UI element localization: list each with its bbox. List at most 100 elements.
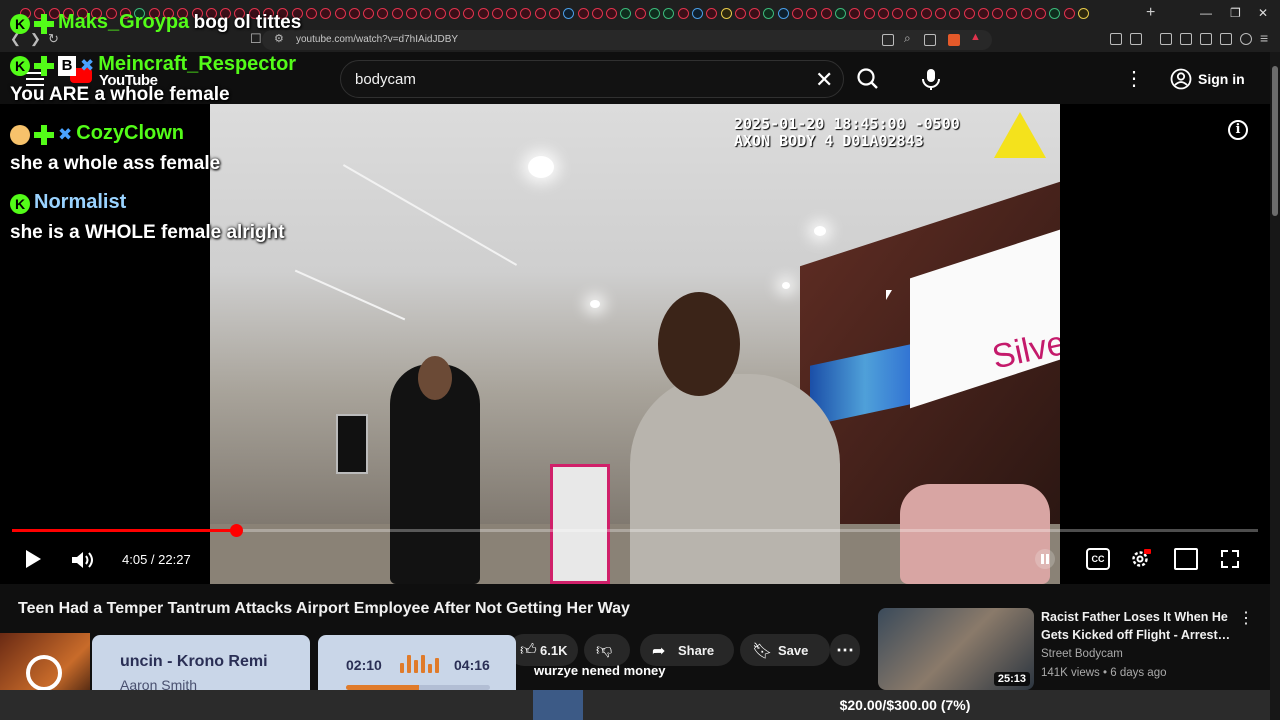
brave-shield-icon[interactable] <box>948 34 960 46</box>
recommended-menu-icon[interactable]: ⋮ <box>1238 608 1254 628</box>
zoom-icon[interactable]: ⌕ <box>904 31 911 46</box>
save-button[interactable]: 🔖︎ Save <box>740 634 830 666</box>
browser-tab[interactable] <box>777 8 789 19</box>
browser-tab[interactable] <box>534 8 546 19</box>
browser-tab[interactable] <box>506 8 518 19</box>
sidebar-icon[interactable] <box>1180 33 1192 45</box>
share-button[interactable]: ➦ Share <box>640 634 734 666</box>
browser-tab[interactable] <box>606 8 618 19</box>
cast-icon[interactable] <box>882 34 894 46</box>
browser-tab[interactable] <box>563 8 575 19</box>
browser-tab[interactable] <box>834 8 846 19</box>
autoplay-toggle-icon[interactable] <box>1035 549 1055 569</box>
recommended-channel[interactable]: Street Bodycam <box>1041 648 1123 660</box>
browser-tab[interactable] <box>1020 8 1032 19</box>
play-icon[interactable] <box>26 550 41 568</box>
browser-tab[interactable] <box>577 8 589 19</box>
browser-tab[interactable] <box>305 8 317 19</box>
browser-tab[interactable] <box>749 8 761 19</box>
browser-tab[interactable] <box>977 8 989 19</box>
fullscreen-icon[interactable] <box>1219 548 1241 570</box>
media-icon[interactable] <box>1160 33 1172 45</box>
browser-tab[interactable] <box>620 8 632 19</box>
browser-tab[interactable] <box>792 8 804 19</box>
sign-in-button[interactable]: Sign in <box>1166 64 1245 94</box>
info-icon[interactable]: i <box>1228 120 1248 140</box>
like-button[interactable]: 👍︎ 6.1K <box>508 634 578 666</box>
browser-tab[interactable] <box>1035 8 1047 19</box>
progress-bar[interactable] <box>12 524 1258 537</box>
settings-gear-icon[interactable] <box>1129 548 1151 570</box>
recommended-thumbnail[interactable]: 25:13 <box>878 608 1034 690</box>
browser-tab[interactable] <box>1006 8 1018 19</box>
browser-tab[interactable] <box>363 8 375 19</box>
rewards-icon[interactable]: ▲ <box>970 31 981 43</box>
browser-tab[interactable] <box>720 8 732 19</box>
browser-tab[interactable] <box>806 8 818 19</box>
browser-tab[interactable] <box>820 8 832 19</box>
voice-search-button[interactable] <box>912 60 950 98</box>
clear-search-icon[interactable]: ✕ <box>815 67 833 93</box>
browser-tab[interactable] <box>892 8 904 19</box>
extension-2-icon[interactable] <box>1130 33 1142 45</box>
address-bar[interactable]: ⚙ youtube.com/watch?v=d7hIAidJDBY ⌕ ▲ <box>262 30 992 50</box>
browser-tab[interactable] <box>906 8 918 19</box>
browser-tab[interactable] <box>935 8 946 19</box>
browser-tab[interactable] <box>863 8 875 19</box>
browser-tab[interactable] <box>1049 8 1061 19</box>
browser-tab[interactable] <box>992 8 1004 19</box>
new-tab-button[interactable]: + <box>1146 4 1155 22</box>
search-button[interactable] <box>846 62 890 96</box>
browser-tab[interactable] <box>477 8 489 19</box>
theater-mode-icon[interactable] <box>1174 548 1198 570</box>
browser-tab[interactable] <box>949 8 961 19</box>
browser-tab[interactable] <box>691 8 703 19</box>
browser-tab[interactable] <box>649 8 661 19</box>
page-scrollbar[interactable] <box>1270 52 1280 720</box>
browser-tab[interactable] <box>320 8 332 19</box>
browser-tab[interactable] <box>1077 8 1089 19</box>
browser-tab[interactable] <box>763 8 775 19</box>
browser-tab[interactable] <box>963 8 975 19</box>
browser-tab[interactable] <box>348 8 360 19</box>
browser-tab[interactable] <box>377 8 389 19</box>
browser-tab[interactable] <box>591 8 603 19</box>
vpn-icon[interactable] <box>1240 33 1252 45</box>
browser-tab[interactable] <box>920 8 932 19</box>
extension-icon[interactable] <box>1110 33 1122 45</box>
browser-tab[interactable] <box>420 8 432 19</box>
browser-tab[interactable] <box>520 8 532 19</box>
browser-menu-icon[interactable]: ≡ <box>1260 30 1268 46</box>
browser-tab[interactable] <box>634 8 646 19</box>
browser-tab[interactable] <box>334 8 346 19</box>
more-actions-button[interactable]: ⋯ <box>830 634 860 666</box>
video-frame[interactable]: Silver 2025-01-20 18:45:00 -0500 AXON BO… <box>210 104 1060 584</box>
scroll-thumb[interactable] <box>1272 66 1278 216</box>
browser-tab[interactable] <box>849 8 861 19</box>
browser-tab[interactable] <box>1063 8 1075 19</box>
maximize-button[interactable]: ❐ <box>1230 6 1241 20</box>
browser-tab[interactable] <box>706 8 718 19</box>
minimize-button[interactable]: — <box>1200 6 1212 20</box>
browser-tab[interactable] <box>463 8 475 19</box>
browser-tab[interactable] <box>548 8 560 19</box>
volume-icon[interactable] <box>70 550 94 570</box>
settings-menu-icon[interactable]: ⋮ <box>1124 66 1144 92</box>
leo-icon[interactable] <box>1220 33 1232 45</box>
search-input[interactable] <box>355 71 795 88</box>
browser-tab[interactable] <box>877 8 889 19</box>
search-box[interactable]: ✕ <box>340 60 844 98</box>
browser-tab[interactable] <box>391 8 403 19</box>
browser-tab[interactable] <box>491 8 503 19</box>
browser-tab[interactable] <box>434 8 446 19</box>
share-page-icon[interactable] <box>924 34 936 46</box>
close-window-button[interactable]: ✕ <box>1258 6 1268 20</box>
browser-tab[interactable] <box>406 8 418 19</box>
browser-tab[interactable] <box>734 8 746 19</box>
browser-tab[interactable] <box>448 8 460 19</box>
wallet-icon[interactable] <box>1200 33 1212 45</box>
browser-tab[interactable] <box>677 8 689 19</box>
captions-icon[interactable]: CC <box>1086 548 1110 570</box>
dislike-button[interactable]: 👎︎ <box>584 634 630 666</box>
video-player[interactable]: Silver 2025-01-20 18:45:00 -0500 AXON BO… <box>0 104 1270 584</box>
